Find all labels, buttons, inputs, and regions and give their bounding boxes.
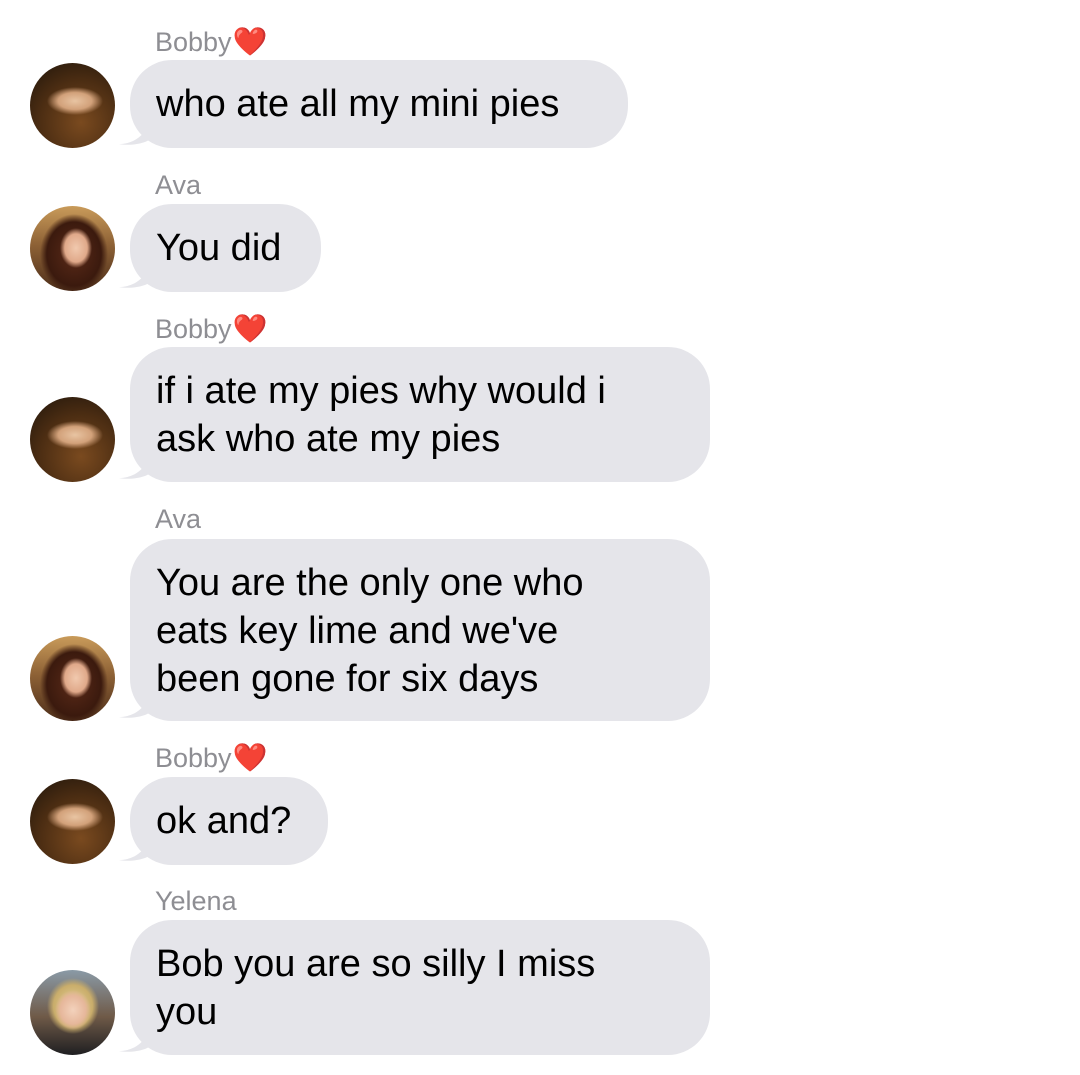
- sender-name: Ava: [155, 170, 202, 200]
- avatar-bobby[interactable]: [30, 63, 115, 148]
- avatar-ava[interactable]: [30, 206, 115, 291]
- sender-name-label: Bobby❤️: [155, 744, 267, 772]
- avatar-yelena[interactable]: [30, 970, 115, 1055]
- heart-emoji-icon: ❤️: [232, 312, 268, 345]
- heart-emoji-icon: ❤️: [232, 25, 268, 58]
- sender-name: Ava: [155, 504, 202, 534]
- sender-name-label: Bobby❤️: [155, 28, 267, 56]
- sender-name-label: Yelena: [155, 888, 237, 915]
- message-bubble[interactable]: who ate all my mini pies: [130, 60, 628, 148]
- message-thread: Bobby❤️ who ate all my mini pies Ava You…: [0, 0, 1080, 1075]
- avatar-bobby[interactable]: [30, 397, 115, 482]
- message-bubble[interactable]: You are the only one who eats key lime a…: [130, 539, 710, 721]
- avatar-bobby[interactable]: [30, 779, 115, 864]
- message-bubble[interactable]: Bob you are so silly I miss you: [130, 920, 710, 1055]
- heart-emoji-icon: ❤️: [232, 741, 268, 774]
- sender-name: Bobby: [155, 743, 232, 773]
- sender-name-label: Bobby❤️: [155, 315, 267, 343]
- sender-name: Bobby: [155, 314, 232, 344]
- message-bubble[interactable]: You did: [130, 204, 321, 292]
- sender-name-label: Ava: [155, 172, 201, 199]
- sender-name: Bobby: [155, 27, 232, 57]
- avatar-ava[interactable]: [30, 636, 115, 721]
- message-bubble[interactable]: ok and?: [130, 777, 328, 865]
- message-bubble[interactable]: if i ate my pies why would i ask who ate…: [130, 347, 710, 482]
- sender-name: Yelena: [155, 886, 237, 916]
- sender-name-label: Ava: [155, 506, 201, 533]
